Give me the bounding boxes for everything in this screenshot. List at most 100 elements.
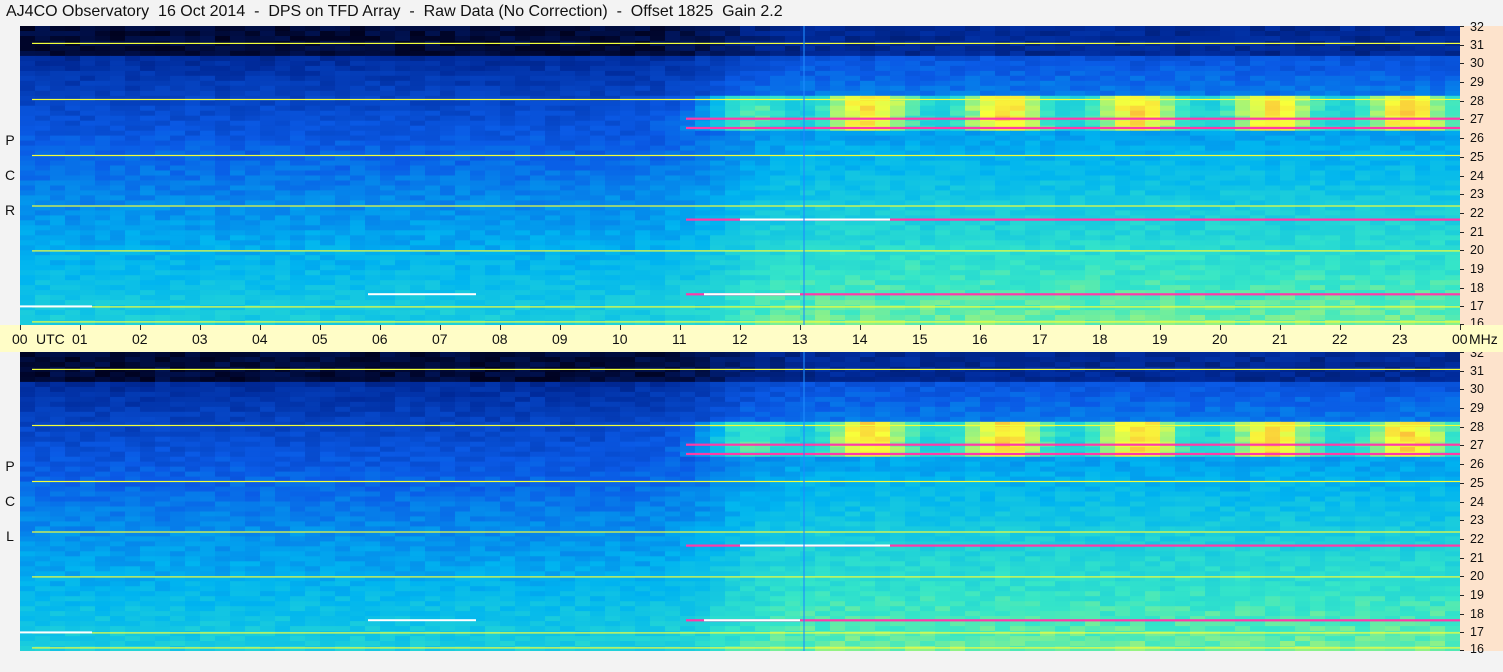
spectrum-cell (170, 125, 186, 132)
spectrum-cell (905, 100, 921, 107)
spectrum-cell (455, 255, 471, 261)
spectrum-cell (170, 155, 186, 162)
spectrum-cell (560, 75, 576, 82)
spectrum-cell (800, 240, 816, 246)
spectrum-cell (110, 145, 126, 152)
spectrum-cell (215, 110, 231, 117)
spectrum-cell (1175, 165, 1191, 172)
spectrum-cell (350, 280, 366, 286)
spectrum-cell (935, 70, 951, 77)
spectrum-cell (1250, 110, 1266, 117)
spectrum-cell (305, 50, 321, 57)
spectrum-cell (875, 225, 891, 231)
spectrum-cell (515, 165, 531, 172)
spectrum-cell (65, 50, 81, 57)
spectrum-cell (545, 75, 561, 82)
spectrum-cell (845, 210, 861, 216)
spectrum-cell (1025, 65, 1041, 72)
spectrum-cell (1235, 75, 1251, 82)
spectrum-cell (650, 95, 666, 102)
spectrum-cell (1430, 230, 1446, 236)
spectrum-cell (275, 95, 291, 102)
spectrum-cell (1355, 95, 1371, 102)
spectrum-cell (1415, 200, 1431, 206)
spectrum-cell (200, 80, 216, 87)
spectrum-cell (1370, 240, 1386, 246)
spectrum-cell (680, 145, 696, 152)
spectrum-cell (770, 190, 786, 196)
spectrum-cell (650, 265, 666, 271)
spectrum-cell (1355, 75, 1371, 82)
spectrum-cell (20, 235, 36, 241)
spectrum-cell (965, 55, 981, 62)
spectrum-cell (530, 95, 546, 102)
spectrum-cell (1100, 230, 1116, 236)
spectrum-cell (170, 195, 186, 201)
spectrum-cell (320, 155, 336, 162)
spectrum-cell (485, 55, 501, 62)
spectrum-cell (665, 105, 681, 112)
spectrum-cell (965, 190, 981, 196)
spectrum-cell (740, 36, 756, 42)
spectrum-cell (485, 80, 501, 87)
spectrum-cell (515, 210, 531, 216)
spectrum-cell (1025, 185, 1041, 192)
spectrum-cell (1040, 160, 1056, 167)
spectrum-cell (65, 225, 81, 231)
spectrum-cell (620, 55, 636, 62)
spectrum-cell (80, 90, 96, 97)
spectrum-cell (365, 160, 381, 167)
spectrum-cell (650, 195, 666, 201)
spectrum-cell (80, 100, 96, 107)
spectrum-cell (605, 260, 621, 266)
spectrum-cell (425, 110, 441, 117)
spectrum-cell (1190, 36, 1206, 42)
spectrum-cell (20, 120, 36, 127)
spectrum-cell (155, 45, 171, 52)
spectrum-cell (1400, 260, 1416, 266)
spectrum-cell (1190, 240, 1206, 246)
spectrum-cell (425, 240, 441, 246)
spectrum-cell (995, 36, 1011, 42)
spectrum-cell (710, 280, 726, 286)
spectrum-cell (1100, 225, 1116, 231)
spectrum-cell (290, 155, 306, 162)
spectrum-cell (215, 95, 231, 102)
spectrum-cell (245, 95, 261, 102)
spectrum-cell (650, 275, 666, 281)
spectrum-cell (575, 95, 591, 102)
spectrum-cell (350, 125, 366, 132)
spectrum-cell (530, 70, 546, 77)
spectrum-cell (500, 195, 516, 201)
spectrum-cell (1430, 45, 1446, 52)
spectrum-cell (770, 85, 786, 92)
spectrum-cell (20, 270, 36, 276)
spectrum-cell (260, 175, 276, 182)
spectrum-cell (560, 275, 576, 281)
spectrum-cell (290, 270, 306, 276)
spectrum-cell (1220, 105, 1236, 112)
spectrum-cell (1010, 140, 1026, 147)
spectrum-cell (1085, 200, 1101, 206)
spectrum-cell (305, 275, 321, 281)
spectrum-cell (1130, 170, 1146, 177)
spectrum-cell (80, 265, 96, 271)
spectrum-cell (1295, 235, 1311, 241)
spectrum-cell (545, 175, 561, 182)
spectrum-cell (1250, 240, 1266, 246)
spectrum-cell (1355, 270, 1371, 276)
spectrum-cell (1100, 240, 1116, 246)
spectrum-cell (260, 240, 276, 246)
spectrum-cell (260, 140, 276, 147)
spectrum-cell (815, 190, 831, 196)
spectrum-cell (245, 185, 261, 192)
spectrum-cell (905, 50, 921, 57)
spectrum-cell (635, 235, 651, 241)
spectrum-cell (455, 230, 471, 236)
spectrum-cell (425, 85, 441, 92)
spectrum-cell (1100, 260, 1116, 266)
spectrum-cell (830, 50, 846, 57)
spectrum-cell (215, 175, 231, 182)
spectrum-cell (815, 70, 831, 77)
spectrum-cell (20, 85, 36, 92)
